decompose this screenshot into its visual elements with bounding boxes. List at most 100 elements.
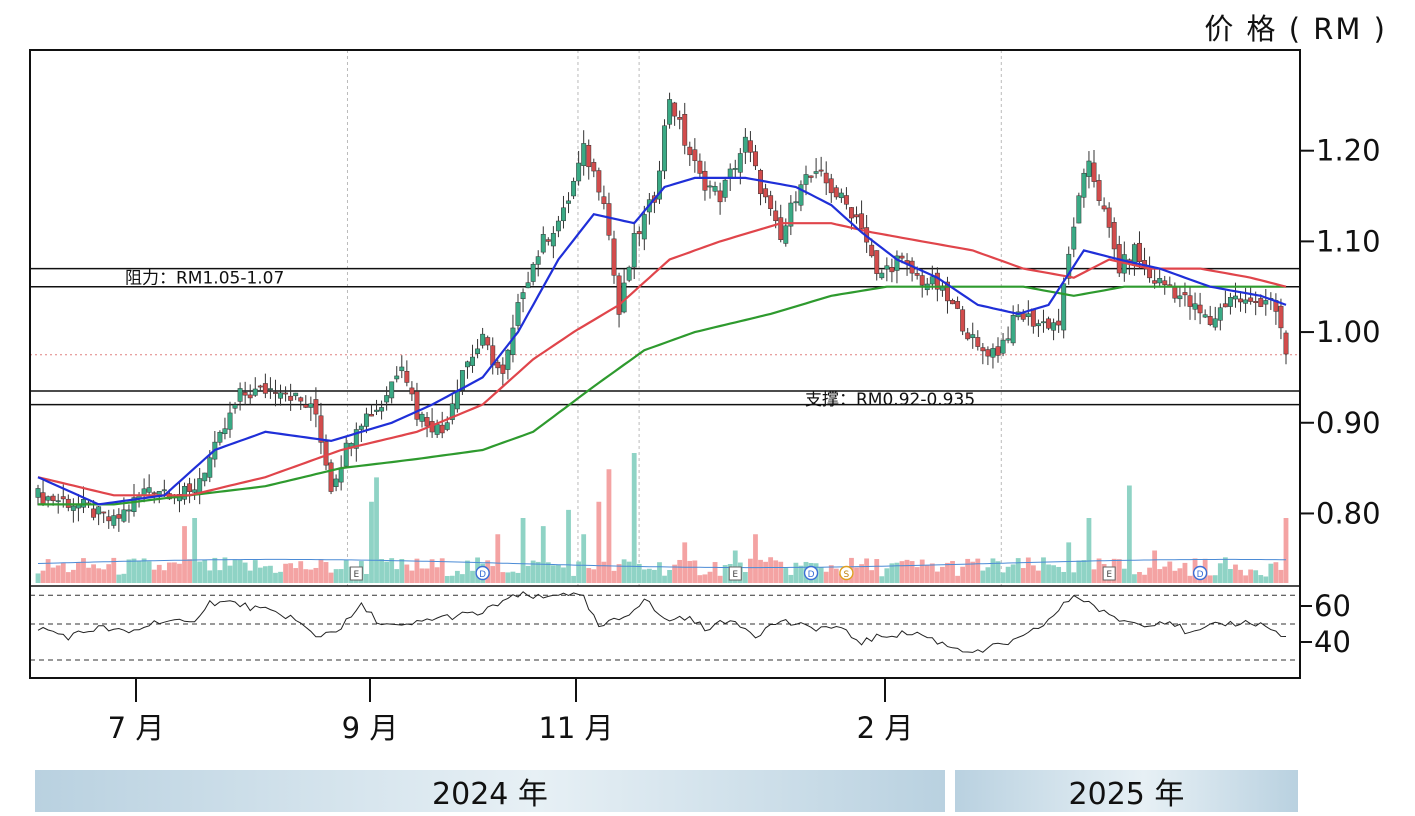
candle-body (419, 413, 425, 422)
volume-bar (919, 559, 925, 583)
event-marker-label: E (1106, 570, 1112, 580)
candle (813, 158, 819, 179)
candle (303, 395, 309, 409)
candle (1207, 305, 1213, 327)
candle (1096, 174, 1102, 206)
candle-body (631, 233, 637, 268)
candle (742, 128, 748, 164)
candle-body (1030, 308, 1036, 327)
candle-body (611, 238, 617, 276)
price-tick-label: 1.20 (1316, 134, 1381, 168)
volume-bar (1207, 575, 1213, 583)
volume-bar (303, 569, 309, 583)
candle-body (849, 207, 854, 219)
candle (611, 230, 617, 284)
volume-bar (621, 559, 627, 583)
candle-body (975, 337, 981, 347)
candle (576, 150, 582, 186)
candle-body (1222, 303, 1228, 308)
candle-body (586, 145, 592, 168)
candle-body (1182, 292, 1188, 296)
candle (985, 346, 991, 366)
candle-body (45, 496, 51, 501)
candle (798, 180, 804, 212)
candle-body (151, 492, 157, 495)
candle (919, 268, 925, 298)
candle (328, 459, 334, 495)
candle-body (116, 514, 122, 519)
x-tick-label: 2 月 (857, 711, 914, 745)
candle-body (217, 431, 223, 443)
volume-bar (707, 571, 713, 583)
candle-body (768, 195, 774, 209)
candle-body (40, 492, 46, 504)
candle (849, 207, 854, 230)
candle-body (424, 417, 430, 427)
candle-body (358, 425, 364, 430)
volume-bar (470, 570, 475, 583)
volume-bar (35, 573, 41, 583)
candle-body (1172, 286, 1178, 299)
candle-body (1212, 318, 1218, 328)
volume-bar (899, 561, 905, 583)
candle (252, 377, 258, 397)
candle-body (298, 397, 304, 402)
candle (530, 262, 536, 286)
candle (874, 250, 880, 281)
candle-body (404, 370, 410, 383)
candle (146, 474, 152, 497)
volume-bar (182, 526, 187, 583)
candle-body (869, 244, 875, 257)
candle (561, 195, 566, 229)
candle-body (434, 424, 440, 435)
volume-bar (990, 558, 996, 583)
event-marker: E (728, 566, 742, 581)
candle (318, 402, 324, 455)
volume-bar (293, 568, 299, 583)
candle-body (1010, 315, 1016, 344)
volume-bar (490, 566, 496, 583)
volume-bar (1066, 542, 1072, 583)
candle-body (267, 388, 273, 390)
volume-bar (1081, 560, 1087, 583)
volume-bar (965, 558, 971, 583)
candle (283, 386, 289, 402)
volume-bar (1116, 559, 1122, 583)
volume-bar (566, 509, 571, 583)
event-marker-label: E (732, 570, 738, 580)
volume-bar (985, 567, 991, 583)
candle-body (950, 300, 955, 305)
candle-body (1187, 295, 1193, 307)
candle-body (227, 412, 233, 430)
candle (636, 226, 642, 247)
candle-body (727, 168, 733, 178)
candle-body (626, 266, 632, 281)
candle-body (763, 188, 769, 198)
candle (1131, 242, 1137, 276)
volume-bar (1162, 566, 1168, 583)
candle-body (1202, 314, 1208, 318)
volume-bar (424, 568, 430, 583)
candle (313, 387, 319, 428)
volume-bar (242, 562, 248, 583)
volume-bar (121, 573, 127, 583)
candle (465, 360, 470, 379)
volume-bar (106, 564, 112, 583)
candle (1081, 168, 1087, 208)
volume-bar (262, 566, 268, 583)
candle-body (899, 255, 905, 259)
candle-body (566, 200, 571, 204)
candle (667, 92, 673, 129)
candle-body (990, 348, 996, 358)
volume-bar (328, 572, 334, 583)
candle (646, 192, 652, 225)
volume-bar (515, 572, 521, 583)
candle-body (636, 231, 642, 235)
volume-bar (288, 563, 294, 583)
candle (975, 330, 981, 351)
candle (520, 288, 526, 313)
candle (187, 477, 193, 504)
volume-bar (929, 563, 935, 583)
volume-bar (278, 571, 283, 583)
volume-bar (465, 560, 470, 583)
